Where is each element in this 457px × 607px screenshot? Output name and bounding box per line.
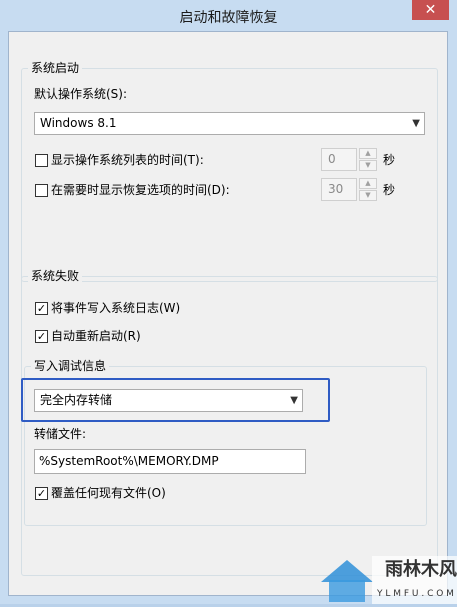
auto-restart-label[interactable]: 自动重新启动(R) bbox=[51, 328, 141, 344]
debug-type-select[interactable]: 完全内存转储 ▼ bbox=[34, 389, 303, 412]
watermark-brand: 雨林木风 bbox=[385, 559, 457, 580]
dialog-window: 启动和故障恢复 ✕ 系统启动 默认操作系统(S): Windows 8.1 ▼ … bbox=[0, 0, 457, 604]
show-os-list-label[interactable]: 显示操作系统列表的时间(T): bbox=[51, 152, 204, 168]
startup-group-title: 系统启动 bbox=[28, 60, 83, 76]
default-os-label: 默认操作系统(S): bbox=[34, 87, 128, 101]
dialog-content: 系统启动 默认操作系统(S): Windows 8.1 ▼ 显示操作系统列表的时… bbox=[8, 31, 448, 596]
overwrite-label[interactable]: 覆盖任何现有文件(O) bbox=[51, 485, 166, 501]
show-os-list-spinner[interactable]: ▲ ▼ bbox=[359, 148, 377, 171]
show-recovery-label[interactable]: 在需要时显示恢复选项的时间(D): bbox=[51, 182, 230, 198]
show-recovery-checkbox[interactable] bbox=[35, 184, 48, 197]
chevron-down-icon: ▼ bbox=[290, 395, 298, 406]
auto-restart-checkbox[interactable]: ✓ bbox=[35, 330, 48, 343]
spin-up-icon[interactable]: ▲ bbox=[359, 148, 377, 159]
spin-down-icon[interactable]: ▼ bbox=[359, 160, 377, 171]
show-recovery-spinner[interactable]: ▲ ▼ bbox=[359, 178, 377, 201]
default-os-value: Windows 8.1 bbox=[40, 116, 117, 130]
chevron-down-icon: ▼ bbox=[412, 118, 420, 129]
window-title: 启动和故障恢复 bbox=[179, 10, 278, 26]
write-event-label[interactable]: 将事件写入系统日志(W) bbox=[51, 300, 180, 316]
dump-file-label: 转储文件: bbox=[34, 427, 87, 441]
spin-up-icon[interactable]: ▲ bbox=[359, 178, 377, 189]
title-bar[interactable]: 启动和故障恢复 ✕ bbox=[0, 0, 457, 30]
debug-info-group-title: 写入调试信息 bbox=[31, 358, 110, 374]
show-os-list-seconds-input[interactable]: 0 bbox=[321, 148, 357, 171]
dump-file-input[interactable]: %SystemRoot%\MEMORY.DMP bbox=[34, 449, 306, 474]
default-os-select[interactable]: Windows 8.1 ▼ bbox=[34, 112, 425, 135]
close-button[interactable]: ✕ bbox=[412, 0, 449, 20]
overwrite-checkbox[interactable]: ✓ bbox=[35, 487, 48, 500]
debug-type-value: 完全内存转储 bbox=[40, 393, 113, 407]
show-os-list-checkbox[interactable] bbox=[35, 154, 48, 167]
failure-group-title: 系统失败 bbox=[28, 268, 83, 284]
seconds-unit-label: 秒 bbox=[383, 153, 396, 167]
watermark-logo: 雨林木风 Y L M F U . C O M bbox=[317, 542, 457, 604]
watermark-url: Y L M F U . C O M bbox=[377, 589, 454, 599]
spin-down-icon[interactable]: ▼ bbox=[359, 190, 377, 201]
show-recovery-seconds-input[interactable]: 30 bbox=[321, 178, 357, 201]
close-icon: ✕ bbox=[424, 2, 437, 18]
seconds-unit-label: 秒 bbox=[383, 183, 396, 197]
write-event-checkbox[interactable]: ✓ bbox=[35, 302, 48, 315]
